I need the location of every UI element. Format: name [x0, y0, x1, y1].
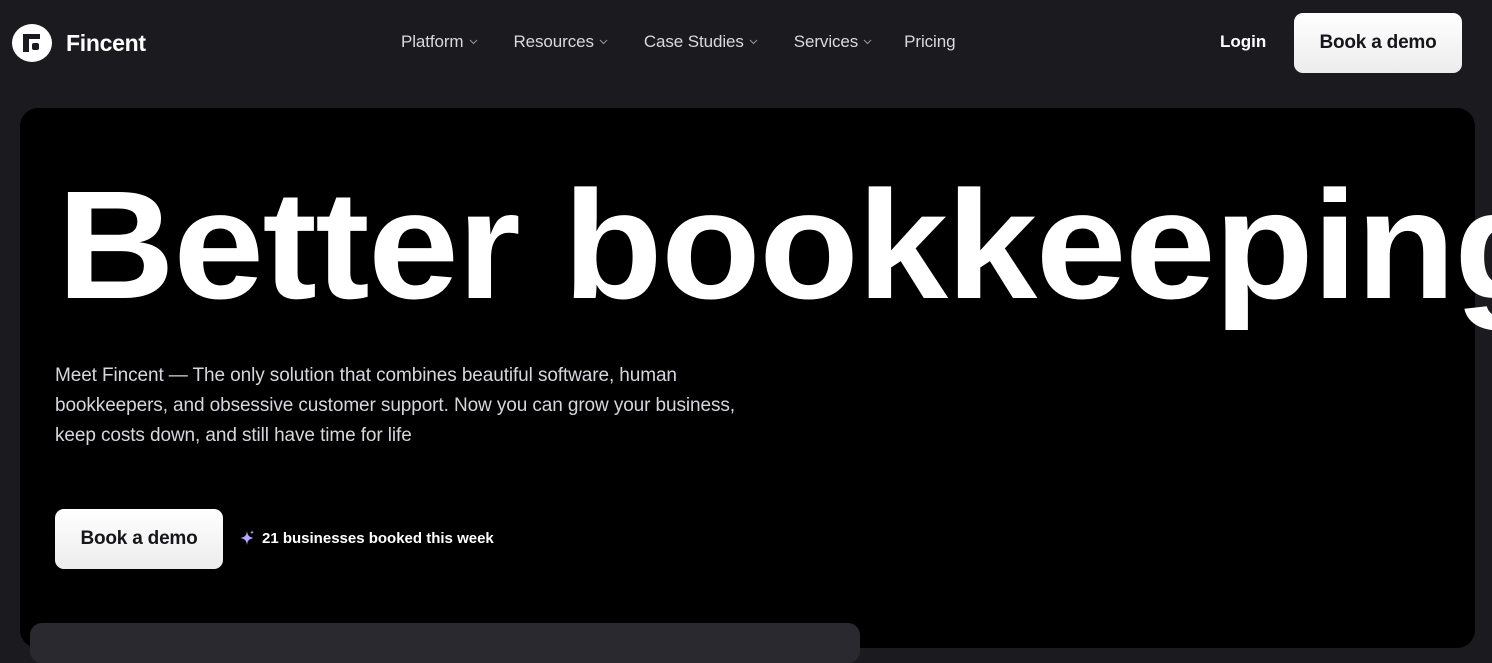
chevron-down-icon [749, 39, 758, 45]
main-nav: Platform Resources Case Studies Services… [401, 32, 956, 52]
brand-logo-link[interactable]: Fincent [12, 24, 146, 62]
nav-item-label: Services [793, 32, 859, 51]
login-link[interactable]: Login [1220, 32, 1266, 52]
nav-item-label: Pricing [904, 32, 956, 51]
nav-item-case-studies[interactable]: Case Studies [644, 32, 758, 52]
product-preview-panel [30, 623, 860, 663]
bookings-count-text: 21 businesses booked this week [262, 529, 494, 547]
sparkle-icon [238, 529, 256, 547]
hero-section: Better bookkeeping Meet Fincent — The on… [20, 108, 1492, 648]
hero-subcopy: Meet Fincent — The only solution that co… [55, 365, 735, 446]
top-navigation-bar: Fincent Platform Resources Case Studies … [0, 0, 1492, 88]
book-demo-button[interactable]: Book a demo [1294, 13, 1462, 73]
nav-item-label: Case Studies [643, 32, 744, 51]
brand-name: Fincent [66, 29, 146, 56]
nav-item-pricing[interactable]: Pricing [904, 32, 955, 52]
chevron-down-icon [599, 39, 608, 45]
hero-book-demo-button[interactable]: Book a demo [55, 509, 223, 569]
bookings-count-note: 21 businesses booked this week [238, 529, 494, 547]
nav-item-services[interactable]: Services [794, 32, 872, 52]
nav-item-resources[interactable]: Resources [514, 32, 608, 52]
nav-item-label: Platform [401, 32, 464, 51]
chevron-down-icon [863, 39, 872, 45]
hero-headline: Better bookkeeping [57, 159, 1492, 331]
nav-item-platform[interactable]: Platform [401, 32, 478, 52]
chevron-down-icon [469, 39, 478, 45]
fincent-logo-icon [12, 24, 52, 62]
nav-item-label: Resources [513, 32, 594, 51]
